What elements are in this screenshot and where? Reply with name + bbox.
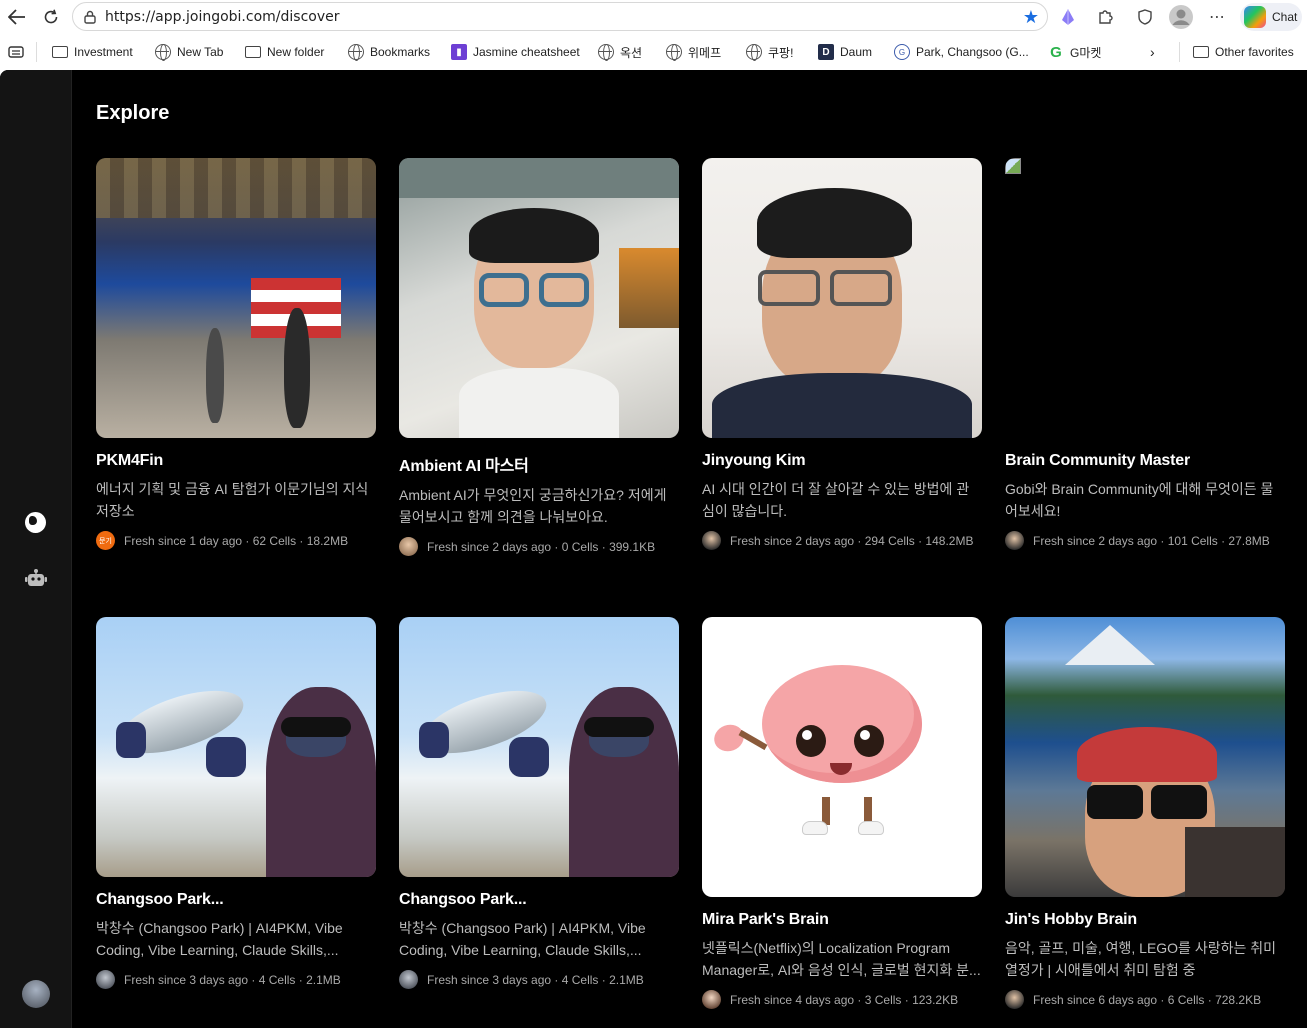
card-title[interactable]: Brain Community Master [1005, 452, 1285, 470]
card-description: Gobi와 Brain Community에 대해 무엇이든 물어보세요! [1005, 481, 1274, 519]
globe-icon [598, 44, 614, 61]
brain-card[interactable]: Changsoo Park... 박창수 (Changsoo Park) | A… [96, 617, 376, 989]
card-description: Ambient AI가 무엇인지 궁금하신가요? 저에게 물어보시고 함께 의견… [399, 487, 667, 525]
purple-doc-icon: ▮ [451, 44, 467, 60]
other-favorites[interactable]: Other favorites [1193, 43, 1294, 61]
card-image[interactable] [399, 158, 679, 438]
back-arrow-icon[interactable] [6, 6, 28, 28]
owner-avatar [399, 537, 418, 556]
brain-card[interactable]: Brain Community Master Gobi와 Brain Commu… [1005, 158, 1285, 550]
bookmark-investment[interactable]: Investment [52, 43, 133, 61]
card-meta: Fresh since 2 days ago · 0 Cells · 399.1… [399, 537, 679, 556]
card-title[interactable]: Mira Park's Brain [702, 911, 982, 929]
chevron-right-icon[interactable]: › [1150, 43, 1155, 61]
brain-card[interactable]: Changsoo Park... 박창수 (Changsoo Park) | A… [399, 617, 679, 989]
card-description: 박창수 (Changsoo Park) | AI4PKM, Vibe Codin… [399, 920, 646, 958]
card-description: 박창수 (Changsoo Park) | AI4PKM, Vibe Codin… [96, 920, 343, 958]
card-description: 넷플릭스(Netflix)의 Localization Program Mana… [702, 940, 981, 978]
bookmark-wemakeprice[interactable]: 위메프 [666, 43, 721, 61]
brain-card[interactable]: Ambient AI 마스터 Ambient AI가 무엇인지 궁금하신가요? … [399, 158, 679, 556]
profile-avatar-icon[interactable] [1169, 5, 1193, 29]
card-title[interactable]: PKM4Fin [96, 452, 376, 470]
bookmark-coupang[interactable]: 쿠팡! [746, 43, 793, 61]
ge-icon: G [894, 44, 910, 60]
card-image[interactable] [96, 617, 376, 877]
bookmark-auction[interactable]: 옥션 [598, 43, 642, 61]
page-title: Explore [96, 102, 170, 124]
user-avatar[interactable] [22, 980, 50, 1008]
address-bar[interactable]: https://app.joingobi.com/discover ★ [72, 2, 1048, 31]
copilot-icon [1244, 6, 1266, 28]
card-image[interactable] [1005, 617, 1285, 897]
gmarket-icon: G [1050, 43, 1062, 61]
card-meta: Fresh since 4 days ago · 3 Cells · 123.2… [702, 990, 982, 1009]
brain-card[interactable]: PKM4Fin 에너지 기획 및 금융 AI 탐험가 이문기님의 지식 저장소 … [96, 158, 376, 550]
bookmark-park-changsoo[interactable]: G Park, Changsoo (G... [894, 43, 1029, 61]
bookmark-bookmarks[interactable]: Bookmarks [348, 43, 430, 61]
card-meta: Fresh since 6 days ago · 6 Cells · 728.2… [1005, 990, 1285, 1009]
card-image[interactable] [96, 158, 376, 438]
card-description: 음악, 골프, 미술, 여행, LEGO를 사랑하는 취미 열정가 | 시애틀에… [1005, 940, 1276, 978]
tab-actions-icon[interactable] [8, 43, 24, 61]
card-meta: Fresh since 3 days ago · 4 Cells · 2.1MB [399, 970, 679, 989]
gobi-app: Explore PKM4Fin 에너지 기획 및 금융 AI 탐험가 이문기님의… [0, 70, 1307, 1028]
daum-icon: D [818, 44, 834, 60]
bot-icon[interactable] [25, 568, 47, 588]
card-description: AI 시대 인간이 더 잘 살아갈 수 있는 방법에 관심이 많습니다. [702, 481, 970, 519]
bookmark-jasmine-cheatsheet[interactable]: ▮ Jasmine cheatsheet [451, 43, 580, 61]
owner-avatar [399, 970, 418, 989]
explore-globe-icon[interactable] [25, 512, 46, 533]
favorite-star-icon[interactable]: ★ [1023, 7, 1039, 27]
bookmarks-bar: Investment New Tab New folder Bookmarks … [0, 34, 1307, 70]
card-image[interactable] [702, 158, 982, 438]
folder-icon [52, 44, 68, 60]
owner-avatar [1005, 531, 1024, 550]
folder-icon [1193, 44, 1209, 60]
owner-avatar [702, 531, 721, 550]
card-title[interactable]: Jinyoung Kim [702, 452, 982, 470]
url-text[interactable]: https://app.joingobi.com/discover [105, 9, 340, 25]
bookmark-new-folder[interactable]: New folder [245, 43, 324, 61]
card-title[interactable]: Ambient AI 마스터 [399, 452, 679, 476]
broken-image-icon [1005, 158, 1021, 174]
globe-icon [746, 44, 762, 61]
card-meta: Fresh since 2 days ago · 294 Cells · 148… [702, 531, 982, 550]
shield-icon[interactable] [1133, 5, 1157, 29]
globe-icon [666, 44, 682, 61]
globe-icon [155, 44, 171, 61]
brain-card[interactable]: Mira Park's Brain 넷플릭스(Netflix)의 Localiz… [702, 617, 982, 1009]
owner-avatar: 문기 [96, 531, 115, 550]
extension-icon[interactable] [1056, 5, 1080, 29]
card-title[interactable]: Changsoo Park... [399, 891, 679, 909]
copilot-chat-button[interactable]: Chat [1240, 3, 1302, 31]
reload-icon[interactable] [40, 6, 62, 28]
broken-image[interactable] [1005, 158, 1285, 438]
owner-avatar [702, 990, 721, 1009]
browser-toolbar: https://app.joingobi.com/discover ★ ⋯ Ch… [0, 0, 1307, 34]
owner-avatar [96, 970, 115, 989]
bookmark-gmarket[interactable]: G G마켓 [1048, 43, 1101, 61]
brain-mascot-image[interactable] [702, 617, 982, 897]
card-image[interactable] [399, 617, 679, 877]
card-description: 에너지 기획 및 금융 AI 탐험가 이문기님의 지식 저장소 [96, 481, 369, 519]
sidebar [0, 70, 72, 1028]
card-meta: Fresh since 2 days ago · 101 Cells · 27.… [1005, 531, 1285, 550]
globe-icon [348, 44, 364, 61]
card-title[interactable]: Changsoo Park... [96, 891, 376, 909]
bookmark-new-tab[interactable]: New Tab [155, 43, 223, 61]
card-meta: Fresh since 3 days ago · 4 Cells · 2.1MB [96, 970, 376, 989]
card-meta: 문기 Fresh since 1 day ago · 62 Cells · 18… [96, 531, 376, 550]
brain-card[interactable]: Jinyoung Kim AI 시대 인간이 더 잘 살아갈 수 있는 방법에 … [702, 158, 982, 550]
brain-card[interactable]: Jin's Hobby Brain 음악, 골프, 미술, 여행, LEGO를 … [1005, 617, 1285, 1009]
puzzle-extensions-icon[interactable] [1093, 5, 1117, 29]
bookmark-daum[interactable]: D Daum [818, 43, 872, 61]
folder-icon [245, 44, 261, 60]
owner-avatar [1005, 990, 1024, 1009]
card-title[interactable]: Jin's Hobby Brain [1005, 911, 1285, 929]
more-menu-icon[interactable]: ⋯ [1205, 5, 1229, 29]
lock-icon[interactable] [83, 10, 97, 24]
